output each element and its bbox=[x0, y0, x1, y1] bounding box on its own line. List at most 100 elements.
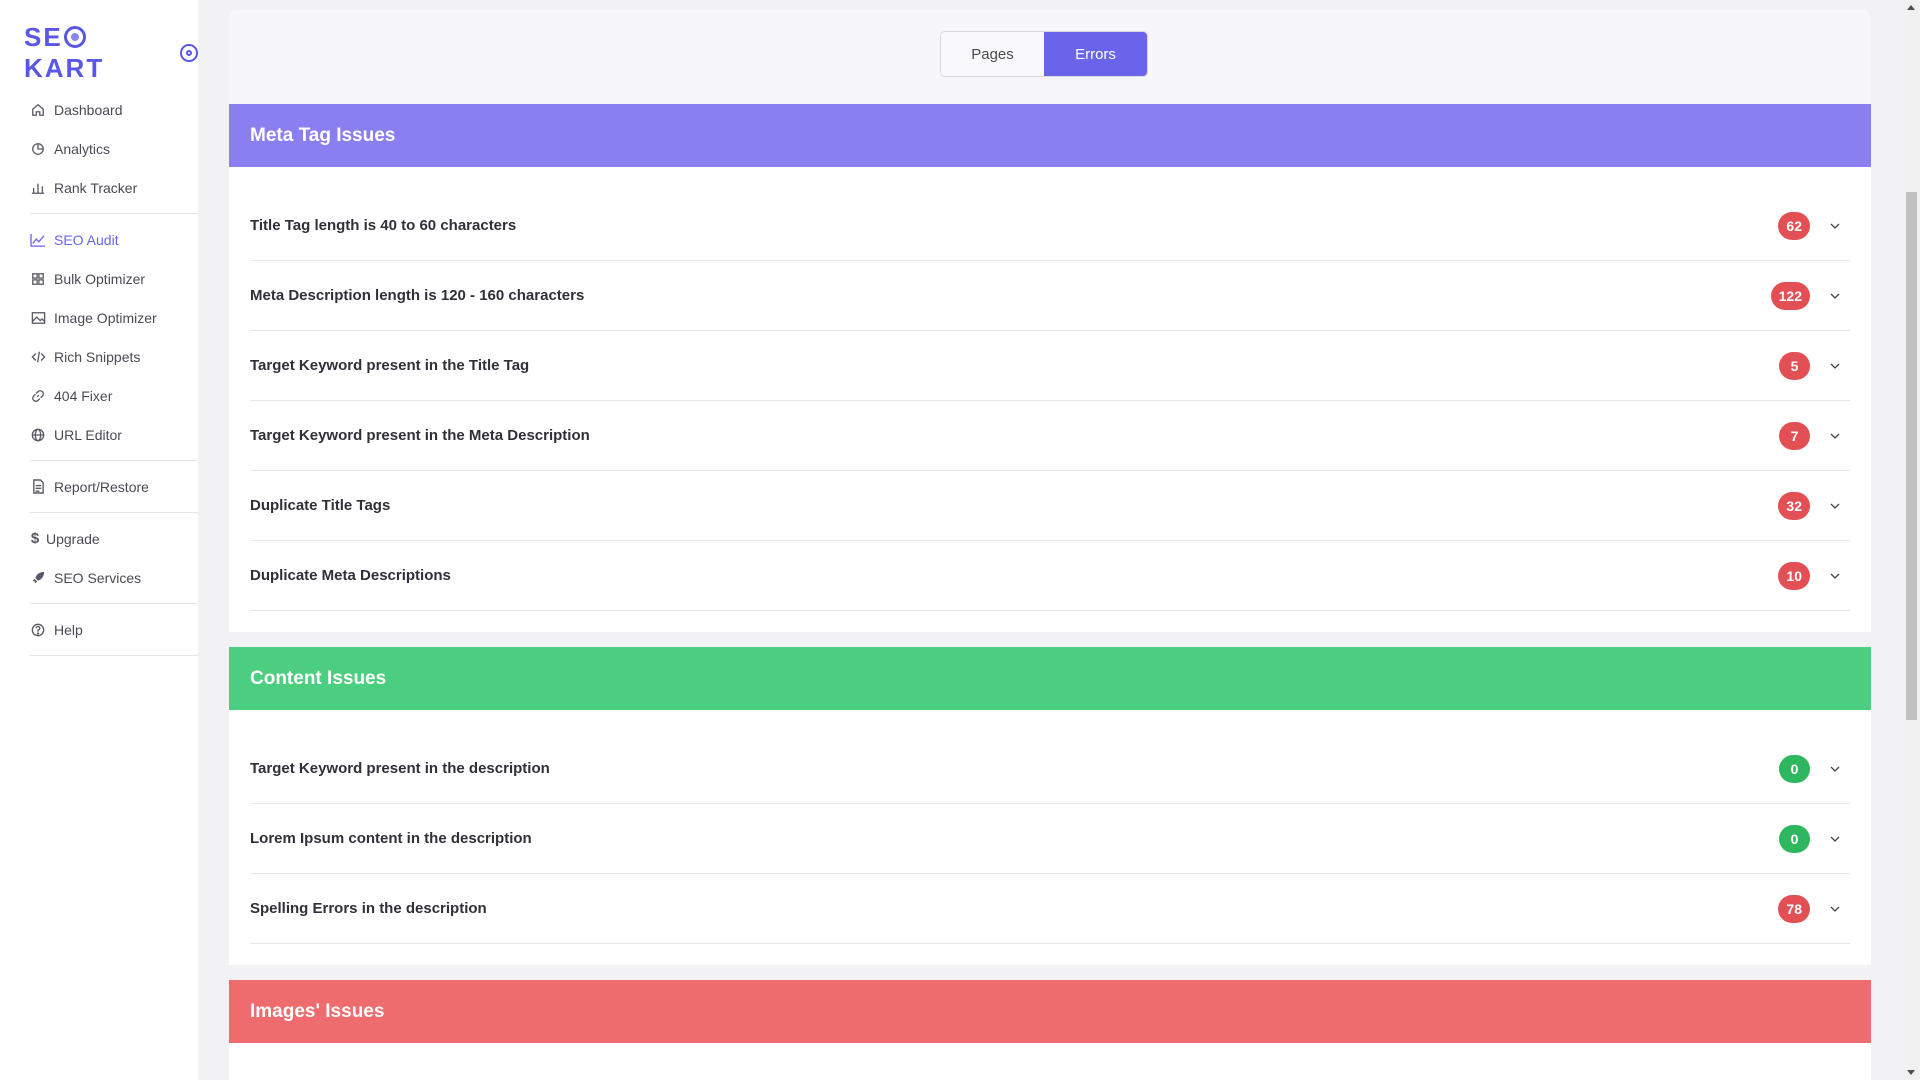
code-icon bbox=[30, 349, 46, 365]
issue-list: Title Tag length is 40 to 60 characters … bbox=[229, 167, 1871, 632]
sidebar-item-label: 404 Fixer bbox=[54, 387, 113, 404]
sidebar-item-label: Help bbox=[54, 621, 83, 638]
scroll-down-arrow-icon[interactable] bbox=[1907, 1070, 1915, 1075]
chevron-down-icon[interactable] bbox=[1820, 759, 1850, 779]
view-switcher-card: Pages Errors bbox=[229, 10, 1871, 104]
sidebar-item-upgrade[interactable]: $ Upgrade bbox=[0, 519, 198, 558]
brand-name: SEKART bbox=[24, 22, 105, 83]
scroll-thumb[interactable] bbox=[1906, 192, 1917, 720]
sidebar-item-label: Analytics bbox=[54, 140, 111, 157]
nav-divider bbox=[30, 603, 198, 604]
trend-line-icon bbox=[30, 232, 46, 248]
scroll-up-arrow-icon[interactable] bbox=[1907, 5, 1915, 10]
content-issues-section: Content Issues Target Keyword present in… bbox=[229, 647, 1871, 965]
nav-divider bbox=[30, 460, 198, 461]
sidebar-item-rich-snippets[interactable]: Rich Snippets bbox=[0, 337, 198, 376]
home-icon bbox=[30, 102, 46, 118]
meta-tag-issues-section: Meta Tag Issues Title Tag length is 40 t… bbox=[229, 104, 1871, 632]
issue-label: Duplicate Meta Descriptions bbox=[250, 567, 451, 584]
sidebar-item-label: Rich Snippets bbox=[54, 348, 141, 365]
ok-count-badge: 0 bbox=[1779, 824, 1810, 853]
sidebar-item-label: Dashboard bbox=[54, 101, 123, 118]
dollar-icon: $ bbox=[30, 530, 40, 547]
tab-errors[interactable]: Errors bbox=[1044, 32, 1147, 76]
sidebar-item-seo-audit[interactable]: SEO Audit bbox=[0, 220, 198, 259]
issue-row[interactable]: Lorem Ipsum content in the description 0 bbox=[250, 804, 1850, 874]
document-icon bbox=[30, 479, 46, 495]
error-count-badge: 32 bbox=[1778, 491, 1810, 520]
issue-label: Target Keyword present in the Title Tag bbox=[250, 357, 530, 374]
section-title: Content Issues bbox=[229, 647, 1871, 710]
error-count-badge: 78 bbox=[1778, 894, 1810, 923]
sidebar-item-label: Upgrade bbox=[46, 530, 100, 547]
grid-icon bbox=[30, 271, 46, 287]
nav-divider bbox=[30, 655, 198, 656]
issue-row[interactable]: Target Keyword present in the Meta Descr… bbox=[250, 401, 1850, 471]
issue-label: Target Keyword present in the descriptio… bbox=[250, 760, 550, 777]
issue-label: Lorem Ipsum content in the description bbox=[250, 830, 532, 847]
sidebar-item-bulk-optimizer[interactable]: Bulk Optimizer bbox=[0, 259, 198, 298]
sidebar-item-label: Rank Tracker bbox=[54, 179, 138, 196]
globe-icon bbox=[30, 427, 46, 443]
issue-list: Target Keyword present in the descriptio… bbox=[229, 710, 1871, 965]
page-scrollbar[interactable] bbox=[1903, 0, 1920, 1080]
chevron-down-icon[interactable] bbox=[1820, 216, 1850, 236]
bar-chart-icon bbox=[30, 180, 46, 196]
sidebar-nav: Dashboard Analytics Rank Tracker SEO Aud… bbox=[0, 90, 198, 662]
chevron-down-icon[interactable] bbox=[1820, 496, 1850, 516]
sidebar-item-label: SEO Audit bbox=[54, 231, 119, 248]
sidebar-item-seo-services[interactable]: SEO Services bbox=[0, 558, 198, 597]
issue-label: Meta Description length is 120 - 160 cha… bbox=[250, 287, 585, 304]
rocket-icon bbox=[30, 570, 46, 586]
sidebar-item-label: URL Editor bbox=[54, 426, 122, 443]
images-issues-section: Images' Issues bbox=[229, 980, 1871, 1080]
section-gap bbox=[229, 632, 1871, 647]
ok-count-badge: 0 bbox=[1779, 754, 1810, 783]
sidebar-item-label: Bulk Optimizer bbox=[54, 270, 146, 287]
sidebar-item-analytics[interactable]: Analytics bbox=[0, 129, 198, 168]
image-icon bbox=[30, 310, 46, 326]
issue-label: Spelling Errors in the description bbox=[250, 900, 487, 917]
issue-list bbox=[229, 1043, 1871, 1080]
nav-divider bbox=[30, 213, 198, 214]
chevron-down-icon[interactable] bbox=[1820, 899, 1850, 919]
chevron-down-icon[interactable] bbox=[1820, 356, 1850, 376]
section-gap bbox=[229, 965, 1871, 980]
sidebar-item-rank-tracker[interactable]: Rank Tracker bbox=[0, 168, 198, 207]
sidebar-item-label: Report/Restore bbox=[54, 478, 149, 495]
link-icon bbox=[30, 388, 46, 404]
issue-row[interactable]: Target Keyword present in the descriptio… bbox=[250, 734, 1850, 804]
chevron-down-icon[interactable] bbox=[1820, 829, 1850, 849]
sidebar: SEKART Dashboard Analytics Rank Tracker … bbox=[0, 0, 198, 1080]
main-content: Pages Errors Meta Tag Issues Title Tag l… bbox=[229, 10, 1871, 1080]
view-tabs: Pages Errors bbox=[940, 31, 1148, 77]
section-title: Meta Tag Issues bbox=[229, 104, 1871, 167]
nav-divider bbox=[30, 512, 198, 513]
issue-row[interactable]: Spelling Errors in the description 78 bbox=[250, 874, 1850, 944]
issue-label: Duplicate Title Tags bbox=[250, 497, 391, 514]
chevron-down-icon[interactable] bbox=[1820, 426, 1850, 446]
sidebar-item-url-editor[interactable]: URL Editor bbox=[0, 415, 198, 454]
sidebar-item-report-restore[interactable]: Report/Restore bbox=[0, 467, 198, 506]
help-circle-icon bbox=[30, 622, 46, 638]
chevron-down-icon[interactable] bbox=[1820, 566, 1850, 586]
issue-row[interactable]: Title Tag length is 40 to 60 characters … bbox=[250, 191, 1850, 261]
sidebar-item-404-fixer[interactable]: 404 Fixer bbox=[0, 376, 198, 415]
sidebar-item-dashboard[interactable]: Dashboard bbox=[0, 90, 198, 129]
issue-label: Target Keyword present in the Meta Descr… bbox=[250, 427, 590, 444]
brand-logo[interactable]: SEKART bbox=[24, 22, 198, 84]
sidebar-item-image-optimizer[interactable]: Image Optimizer bbox=[0, 298, 198, 337]
issue-row[interactable]: Meta Description length is 120 - 160 cha… bbox=[250, 261, 1850, 331]
sidebar-item-help[interactable]: Help bbox=[0, 610, 198, 649]
issue-row[interactable]: Target Keyword present in the Title Tag … bbox=[250, 331, 1850, 401]
issue-row[interactable]: Duplicate Meta Descriptions 10 bbox=[250, 541, 1850, 611]
error-count-badge: 10 bbox=[1778, 561, 1810, 590]
issue-row[interactable]: Duplicate Title Tags 32 bbox=[250, 471, 1850, 541]
section-title: Images' Issues bbox=[229, 980, 1871, 1043]
sidebar-item-label: SEO Services bbox=[54, 569, 142, 586]
chevron-down-icon[interactable] bbox=[1820, 286, 1850, 306]
sidebar-item-label: Image Optimizer bbox=[54, 309, 157, 326]
error-count-badge: 7 bbox=[1779, 421, 1810, 450]
sidebar-toggle-icon[interactable] bbox=[180, 44, 198, 62]
tab-pages[interactable]: Pages bbox=[941, 32, 1044, 76]
